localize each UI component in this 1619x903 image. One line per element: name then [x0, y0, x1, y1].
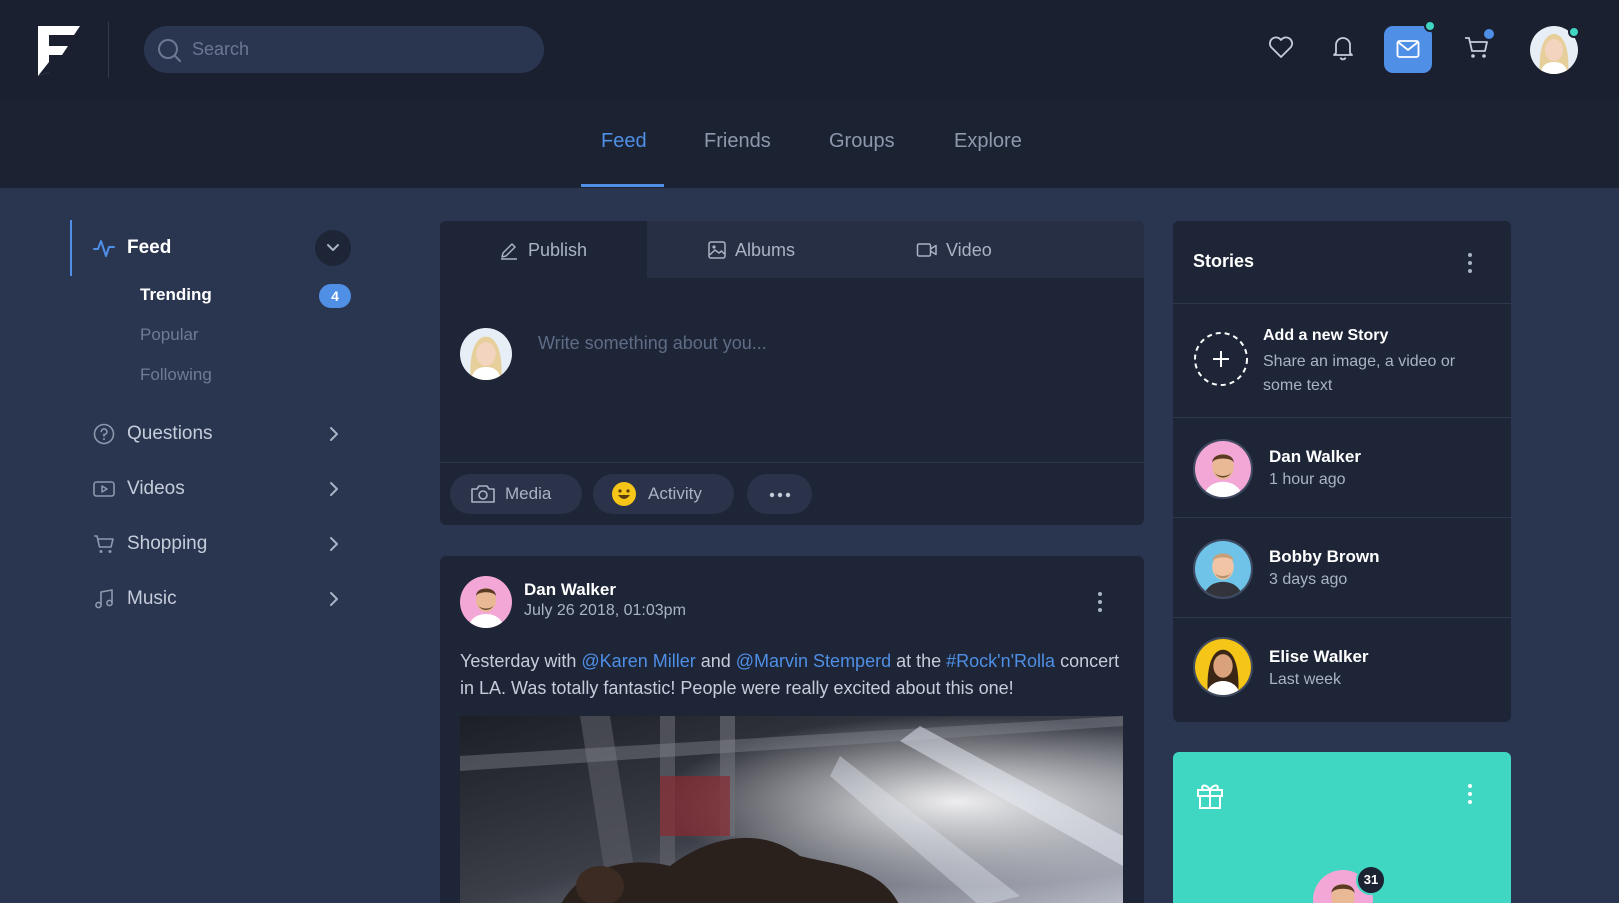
- menu-item-shopping-label: Shopping: [127, 533, 208, 554]
- main-nav: Feed Friends Groups Explore: [0, 100, 1619, 188]
- image-icon: [708, 241, 726, 259]
- composer-avatar: [460, 328, 512, 380]
- post-image[interactable]: [460, 716, 1123, 903]
- video-camera-icon: [916, 243, 937, 257]
- menu-item-questions-label: Questions: [127, 423, 213, 444]
- online-indicator: [1568, 26, 1580, 38]
- add-story-description: Share an image, a video or some text: [1263, 353, 1456, 394]
- story-author-name[interactable]: Dan Walker: [1269, 447, 1361, 467]
- activity-icon: [93, 240, 115, 257]
- media-button-label: Media: [505, 484, 552, 503]
- story-time: Last week: [1269, 671, 1342, 688]
- tab-publish[interactable]: Publish: [440, 221, 647, 278]
- heart-icon[interactable]: [1266, 32, 1296, 62]
- age-badge: 31: [1356, 865, 1386, 895]
- bell-icon[interactable]: [1328, 32, 1358, 62]
- search-input[interactable]: [192, 26, 532, 73]
- birthday-card: 31: [1173, 752, 1511, 903]
- pencil-icon: [501, 243, 517, 260]
- smiley-icon: [612, 482, 636, 506]
- post-text-part: and: [695, 651, 736, 671]
- story-time: 1 hour ago: [1269, 471, 1346, 488]
- menu-item-videos-label: Videos: [127, 478, 185, 499]
- divider: [1173, 417, 1511, 418]
- tab-video-label: Video: [946, 240, 992, 260]
- more-vertical-icon[interactable]: [1463, 251, 1477, 275]
- story-avatar[interactable]: [1193, 539, 1253, 599]
- trending-count-badge: 4: [319, 284, 351, 308]
- music-icon: [95, 589, 113, 609]
- post-author-name[interactable]: Dan Walker: [524, 580, 616, 600]
- more-vertical-icon[interactable]: [1463, 782, 1477, 806]
- question-icon: [93, 423, 115, 445]
- tab-friends[interactable]: Friends: [704, 130, 771, 153]
- search-bar[interactable]: [144, 26, 544, 73]
- post-text-part: at the: [891, 651, 947, 671]
- feed-post: Dan Walker July 26 2018, 01:03pm Yesterd…: [440, 556, 1144, 903]
- submenu-trending[interactable]: Trending: [140, 285, 212, 305]
- more-vertical-icon[interactable]: [1093, 590, 1107, 614]
- story-avatar[interactable]: [1193, 439, 1253, 499]
- tab-video[interactable]: Video: [854, 221, 1061, 278]
- active-menu-indicator: [70, 220, 72, 276]
- story-time: 3 days ago: [1269, 571, 1348, 588]
- tab-albums[interactable]: Albums: [647, 221, 854, 278]
- chevron-down-icon: [327, 244, 339, 251]
- header-divider: [108, 22, 109, 78]
- mail-icon: [1396, 40, 1420, 58]
- feed-collapse-button[interactable]: [315, 230, 351, 266]
- post-date: July 26 2018, 01:03pm: [524, 602, 686, 619]
- menu-item-feed-label: Feed: [127, 237, 172, 258]
- chevron-right-icon[interactable]: [326, 426, 342, 442]
- gift-icon: [1197, 784, 1223, 809]
- composer-divider: [440, 462, 1144, 463]
- video-play-icon: [93, 481, 115, 497]
- stories-widget: Stories Add a new Story Share an image, …: [1173, 221, 1511, 722]
- tab-albums-label: Albums: [735, 240, 796, 260]
- story-avatar[interactable]: [1193, 637, 1253, 697]
- divider: [1173, 617, 1511, 618]
- post-text: Yesterday with @Karen Miller and @Marvin…: [460, 648, 1130, 702]
- menu-item-music-label: Music: [127, 588, 177, 609]
- add-story-button[interactable]: [1193, 331, 1249, 387]
- submenu-following[interactable]: Following: [140, 365, 212, 385]
- post-text-input[interactable]: Write something about you...: [538, 333, 767, 354]
- story-author-name[interactable]: Elise Walker: [1269, 647, 1369, 667]
- top-bar: [0, 0, 1619, 100]
- active-tab-indicator: [581, 184, 664, 187]
- chevron-right-icon[interactable]: [326, 591, 342, 607]
- camera-icon: [471, 485, 495, 503]
- stories-title: Stories: [1193, 251, 1255, 271]
- story-author-name[interactable]: Bobby Brown: [1269, 547, 1380, 567]
- logo[interactable]: [38, 26, 80, 76]
- hashtag-rocknrolla[interactable]: #Rock'n'Rolla: [946, 651, 1055, 671]
- post-text-part: Yesterday with: [460, 651, 582, 671]
- mention-marvin-stemperd[interactable]: @Marvin Stemperd: [736, 651, 891, 671]
- divider: [1173, 303, 1511, 304]
- media-button[interactable]: Media: [450, 474, 582, 514]
- mention-karen-miller[interactable]: @Karen Miller: [581, 651, 695, 671]
- more-horizontal-icon: [769, 492, 791, 498]
- activity-button-label: Activity: [648, 484, 702, 503]
- divider: [1173, 517, 1511, 518]
- tab-explore[interactable]: Explore: [954, 130, 1022, 153]
- chevron-right-icon[interactable]: [326, 536, 342, 552]
- tab-feed[interactable]: Feed: [601, 130, 647, 153]
- post-author-avatar[interactable]: [460, 576, 512, 628]
- tab-publish-label: Publish: [528, 240, 588, 260]
- tab-groups[interactable]: Groups: [829, 130, 895, 153]
- cart-icon: [94, 535, 114, 553]
- composer-tabs: Publish Albums Video: [440, 221, 1144, 278]
- messages-button[interactable]: [1384, 26, 1432, 73]
- post-composer: Publish Albums Video Write something abo: [440, 221, 1144, 525]
- cart-indicator: [1484, 29, 1494, 39]
- submenu-popular[interactable]: Popular: [140, 325, 199, 345]
- add-story-title[interactable]: Add a new Story: [1263, 327, 1388, 345]
- messages-indicator: [1424, 20, 1436, 32]
- more-options-button[interactable]: [747, 474, 812, 514]
- chevron-right-icon[interactable]: [326, 481, 342, 497]
- activity-button[interactable]: Activity: [593, 474, 734, 514]
- search-icon: [158, 39, 181, 62]
